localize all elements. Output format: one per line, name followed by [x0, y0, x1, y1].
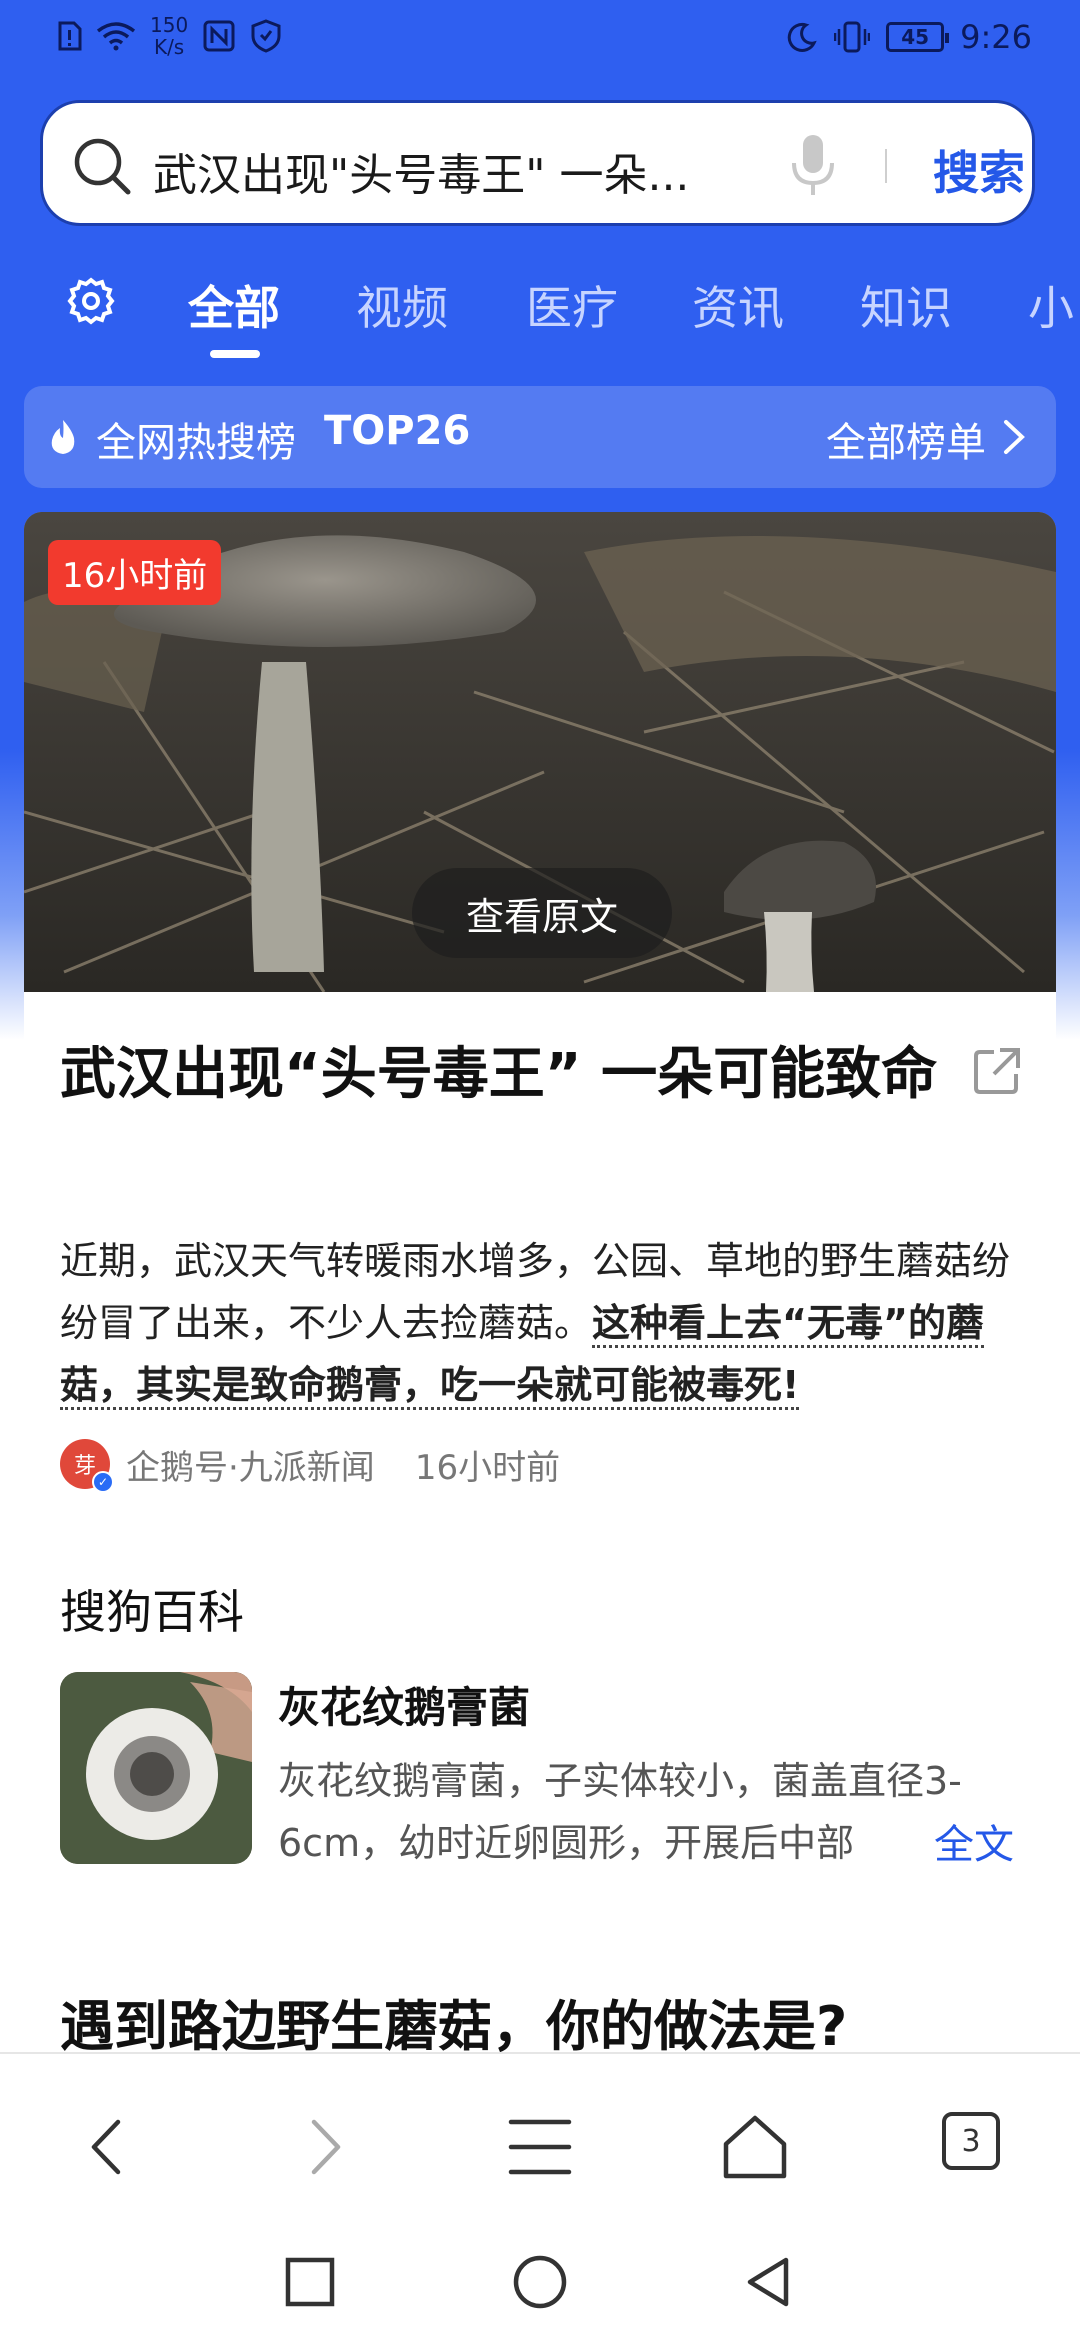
nfc-icon: [203, 20, 235, 52]
home-circle-icon[interactable]: [510, 2252, 570, 2312]
back-triangle-icon[interactable]: [740, 2252, 800, 2312]
sim-alert-icon: [58, 21, 82, 51]
status-left: 150 K/s: [56, 14, 282, 58]
forward-icon[interactable]: [290, 2112, 360, 2182]
wifi-icon: [96, 22, 136, 51]
clock: 9:26: [960, 18, 1032, 56]
menu-icon[interactable]: [505, 2112, 575, 2182]
encyclopedia-thumbnail[interactable]: [60, 1672, 252, 1864]
tab-medical[interactable]: 医疗: [526, 272, 618, 338]
source-avatar: 芽 ✓: [60, 1439, 114, 1493]
tab-knowledge[interactable]: 知识: [860, 272, 952, 338]
time-badge: 16小时前: [48, 540, 222, 605]
search-input[interactable]: 武汉出现"头号毒王" 一朵...: [153, 139, 753, 203]
hot-search-title: 全网热搜榜: [96, 420, 296, 466]
vibrate-icon: [834, 21, 871, 53]
article-summary: 近期，武汉天气转暖雨水增多，公园、草地的野生蘑菇纷纷冒了出来，不少人去捡蘑菇。这…: [60, 1230, 1020, 1416]
net-speed: 150 K/s: [150, 14, 188, 58]
chevron-right-icon: [1004, 420, 1025, 454]
tab-news[interactable]: 资讯: [692, 272, 784, 338]
active-tab-indicator: [210, 350, 260, 358]
flame-icon: [51, 420, 75, 454]
result-card: 16小时前 查看原文 武汉出现“头号毒王” 一朵可能致命 近期，武汉天气转暖雨水…: [24, 512, 1056, 2052]
shield-icon: [251, 19, 281, 53]
verified-icon: ✓: [92, 1471, 114, 1493]
encyclopedia-entry-title[interactable]: 灰花纹鹅膏菌: [278, 1674, 530, 1735]
gear-icon[interactable]: [66, 276, 116, 326]
moon-icon: [787, 22, 817, 52]
search-divider: [885, 149, 887, 183]
microphone-icon[interactable]: [788, 133, 838, 199]
tab-more[interactable]: 小: [1028, 272, 1074, 338]
net-speed-value: 150: [150, 13, 189, 37]
status-bar: 150 K/s 45 9:26: [0, 0, 1080, 78]
browser-toolbar: 3: [0, 2052, 1080, 2222]
net-speed-unit: K/s: [153, 35, 185, 59]
search-bar[interactable]: 武汉出现"头号毒王" 一朵... 搜索: [40, 100, 1035, 226]
source-time: 16小时前: [414, 1447, 561, 1488]
tab-all[interactable]: 全部: [188, 272, 280, 338]
article-title[interactable]: 武汉出现“头号毒王” 一朵可能致命: [60, 1034, 940, 1116]
system-navigation-bar: [0, 2222, 1080, 2340]
mushroom-cap-photo: [60, 1672, 252, 1864]
read-full-link[interactable]: 全文: [904, 1812, 1014, 1870]
recents-icon[interactable]: [280, 2252, 340, 2312]
category-tabs: 全部 视频 医疗 资讯 知识 小: [0, 262, 1080, 362]
search-icon: [74, 138, 131, 195]
poll-question-title: 遇到路边野生蘑菇，你的做法是?: [60, 1995, 848, 2052]
article-source[interactable]: 芽 ✓ 企鹅号·九派新闻 16小时前: [60, 1436, 561, 1493]
external-link-icon[interactable]: [970, 1044, 1024, 1098]
tab-video[interactable]: 视频: [356, 272, 448, 338]
tab-switcher-button[interactable]: 3: [942, 2112, 1000, 2170]
article-image[interactable]: 16小时前 查看原文: [24, 512, 1056, 992]
back-icon[interactable]: [72, 2112, 142, 2182]
home-icon[interactable]: [720, 2112, 790, 2182]
battery-indicator: 45: [886, 22, 950, 52]
search-button[interactable]: 搜索: [933, 137, 1025, 203]
view-original-button[interactable]: 查看原文: [412, 868, 672, 958]
status-right: 45 9:26: [786, 18, 1032, 56]
source-name: 企鹅号·九派新闻: [126, 1447, 375, 1488]
encyclopedia-section-title: 搜狗百科: [60, 1585, 244, 1639]
hot-search-rank: TOP26: [324, 408, 471, 454]
hot-search-bar[interactable]: 全网热搜榜 TOP26 全部榜单: [24, 386, 1056, 488]
all-rankings-link[interactable]: 全部榜单: [826, 410, 986, 468]
